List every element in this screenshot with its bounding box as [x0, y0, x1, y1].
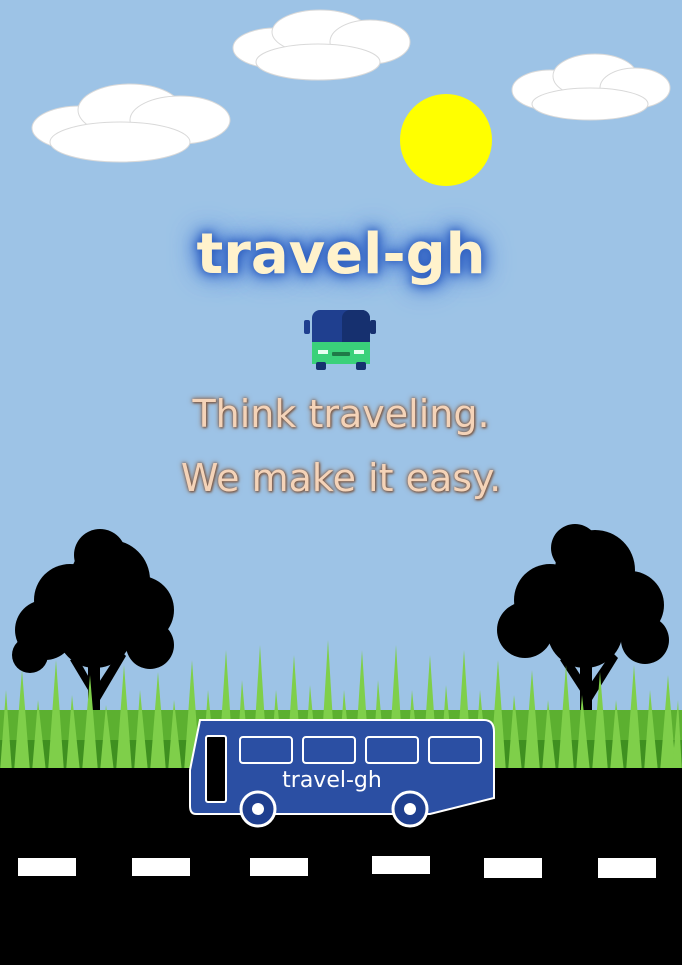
sun-icon [400, 94, 492, 186]
tagline-line-1: Think traveling. [192, 392, 490, 436]
bus-front-icon [304, 310, 376, 370]
tagline-line-2: We make it easy. [180, 456, 502, 500]
bus-side-label: travel-gh [282, 768, 382, 793]
brand-title: travel-gh [196, 222, 486, 287]
